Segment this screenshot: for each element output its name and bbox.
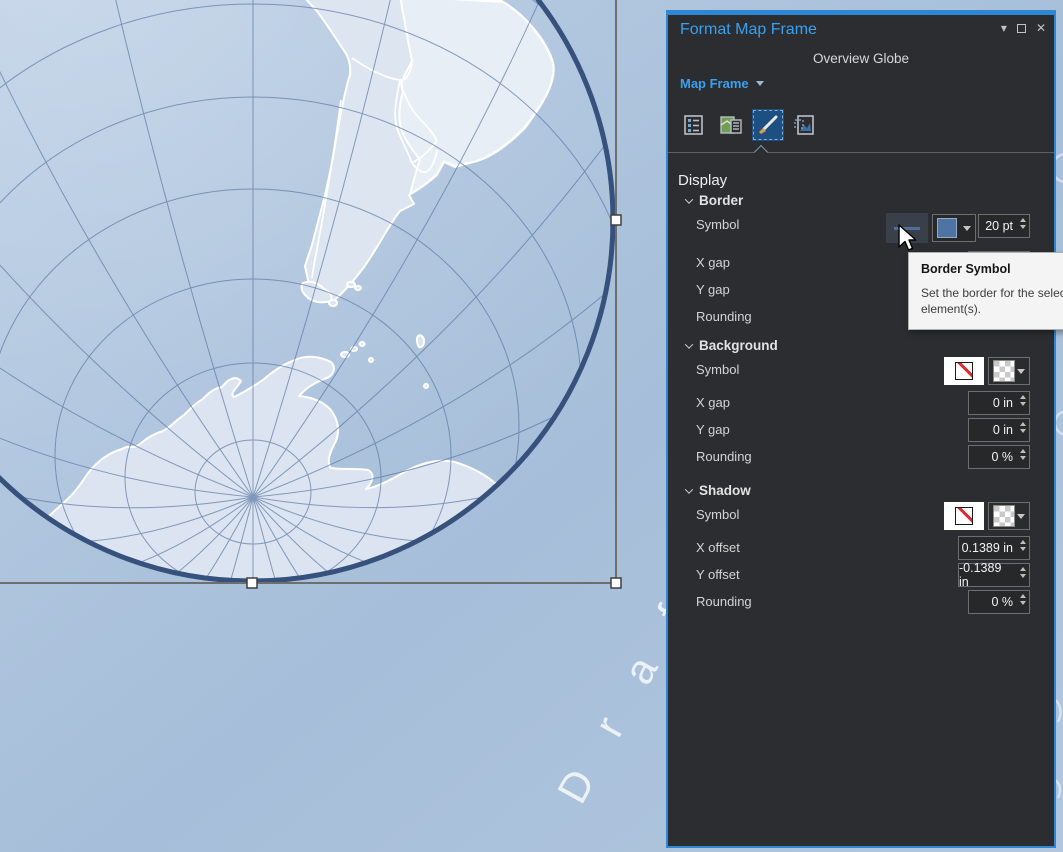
background-rounding-label: Rounding: [696, 449, 752, 464]
background-symbol-label: Symbol: [696, 362, 740, 377]
spinner-arrows-icon[interactable]: [1020, 449, 1026, 460]
chevron-down-icon: [1017, 513, 1025, 519]
active-tab-notch: [753, 144, 769, 160]
chevron-down-icon: [1017, 368, 1025, 374]
shadow-yoffset-spinner[interactable]: -0.1389 in: [958, 561, 1030, 589]
chevron-down-icon: [755, 81, 764, 86]
tab-map-frame-options[interactable]: [715, 109, 747, 141]
selection-handle-right[interactable]: [610, 214, 622, 226]
spinner-arrows-icon[interactable]: [1020, 594, 1026, 605]
pane-close-icon[interactable]: ✕: [1036, 21, 1046, 35]
shadow-xoffset-label: X offset: [696, 540, 740, 555]
background-ygap-label: Y gap: [696, 422, 730, 437]
pane-float-icon[interactable]: [1016, 23, 1026, 33]
border-xgap-label: X gap: [696, 255, 730, 270]
tooltip-title: Border Symbol: [921, 262, 1011, 276]
spinner-arrows-icon[interactable]: [1020, 395, 1026, 406]
spinner-arrows-icon[interactable]: [1020, 540, 1026, 551]
pane-title: Format Map Frame: [680, 21, 817, 38]
border-ygap-label: Y gap: [696, 282, 730, 297]
background-xgap-spinner[interactable]: 0 in: [968, 391, 1030, 415]
color-swatch: [937, 218, 957, 238]
tooltip-body: Set the border for the selected element(…: [921, 286, 1063, 317]
background-ygap-spinner[interactable]: 0 in: [968, 418, 1030, 442]
placement-icon: [794, 115, 814, 135]
chevron-expanded-icon: [684, 339, 694, 349]
selection-handle-corner[interactable]: [610, 577, 622, 589]
map-frame-options-icon: [720, 116, 742, 134]
selection-handle-bottom[interactable]: [246, 577, 258, 589]
tab-placement[interactable]: [789, 109, 821, 141]
spinner-arrows-icon[interactable]: [1020, 567, 1026, 578]
border-color-dropdown[interactable]: [932, 214, 976, 242]
chevron-expanded-icon: [684, 484, 694, 494]
background-fill-dropdown[interactable]: [988, 357, 1030, 385]
tab-element-options[interactable]: [678, 109, 710, 141]
border-width-spinner[interactable]: 20 pt: [978, 214, 1030, 238]
shadow-rounding-spinner[interactable]: 0 %: [968, 590, 1030, 614]
shadow-rounding-label: Rounding: [696, 594, 752, 609]
shadow-symbol-button[interactable]: [944, 502, 984, 530]
background-rounding-spinner[interactable]: 0 %: [968, 445, 1030, 469]
transparent-swatch-icon: [993, 360, 1015, 382]
app-root: { "panel": { "title": "Format Map Frame"…: [0, 0, 1063, 852]
border-rounding-label: Rounding: [696, 309, 752, 324]
tooltip: Border Symbol Set the border for the sel…: [908, 252, 1063, 331]
shadow-symbol-label: Symbol: [696, 507, 740, 522]
display-brush-icon: [759, 115, 778, 134]
no-color-icon: [955, 362, 973, 380]
format-tabs: [678, 109, 821, 141]
chevron-down-icon: [963, 225, 971, 231]
tab-display[interactable]: [752, 109, 784, 141]
shadow-fill-dropdown[interactable]: [988, 502, 1030, 530]
group-shadow[interactable]: Shadow: [684, 483, 751, 498]
group-border[interactable]: Border: [684, 193, 743, 208]
element-options-icon: [684, 115, 703, 135]
mouse-cursor-icon: [898, 224, 917, 251]
background-xgap-label: X gap: [696, 395, 730, 410]
shadow-yoffset-label: Y offset: [696, 567, 740, 582]
spinner-arrows-icon[interactable]: [1020, 218, 1026, 229]
shadow-xoffset-spinner[interactable]: 0.1389 in: [958, 536, 1030, 560]
group-background[interactable]: Background: [684, 338, 778, 353]
chevron-expanded-icon: [684, 194, 694, 204]
background-symbol-button[interactable]: [944, 357, 984, 385]
transparent-swatch-icon: [993, 505, 1015, 527]
format-map-frame-pane: Format Map Frame ▾ ✕ Overview Globe Map …: [666, 10, 1056, 848]
no-color-icon: [955, 507, 973, 525]
tab-divider: [668, 152, 1054, 153]
pane-menu-icon[interactable]: ▾: [1001, 21, 1007, 35]
selected-element-name: Overview Globe: [812, 51, 910, 66]
spinner-arrows-icon[interactable]: [1020, 422, 1026, 433]
section-heading: Display: [678, 172, 728, 189]
target-selector-dropdown[interactable]: Map Frame: [680, 76, 764, 91]
border-symbol-label: Symbol: [696, 217, 740, 232]
